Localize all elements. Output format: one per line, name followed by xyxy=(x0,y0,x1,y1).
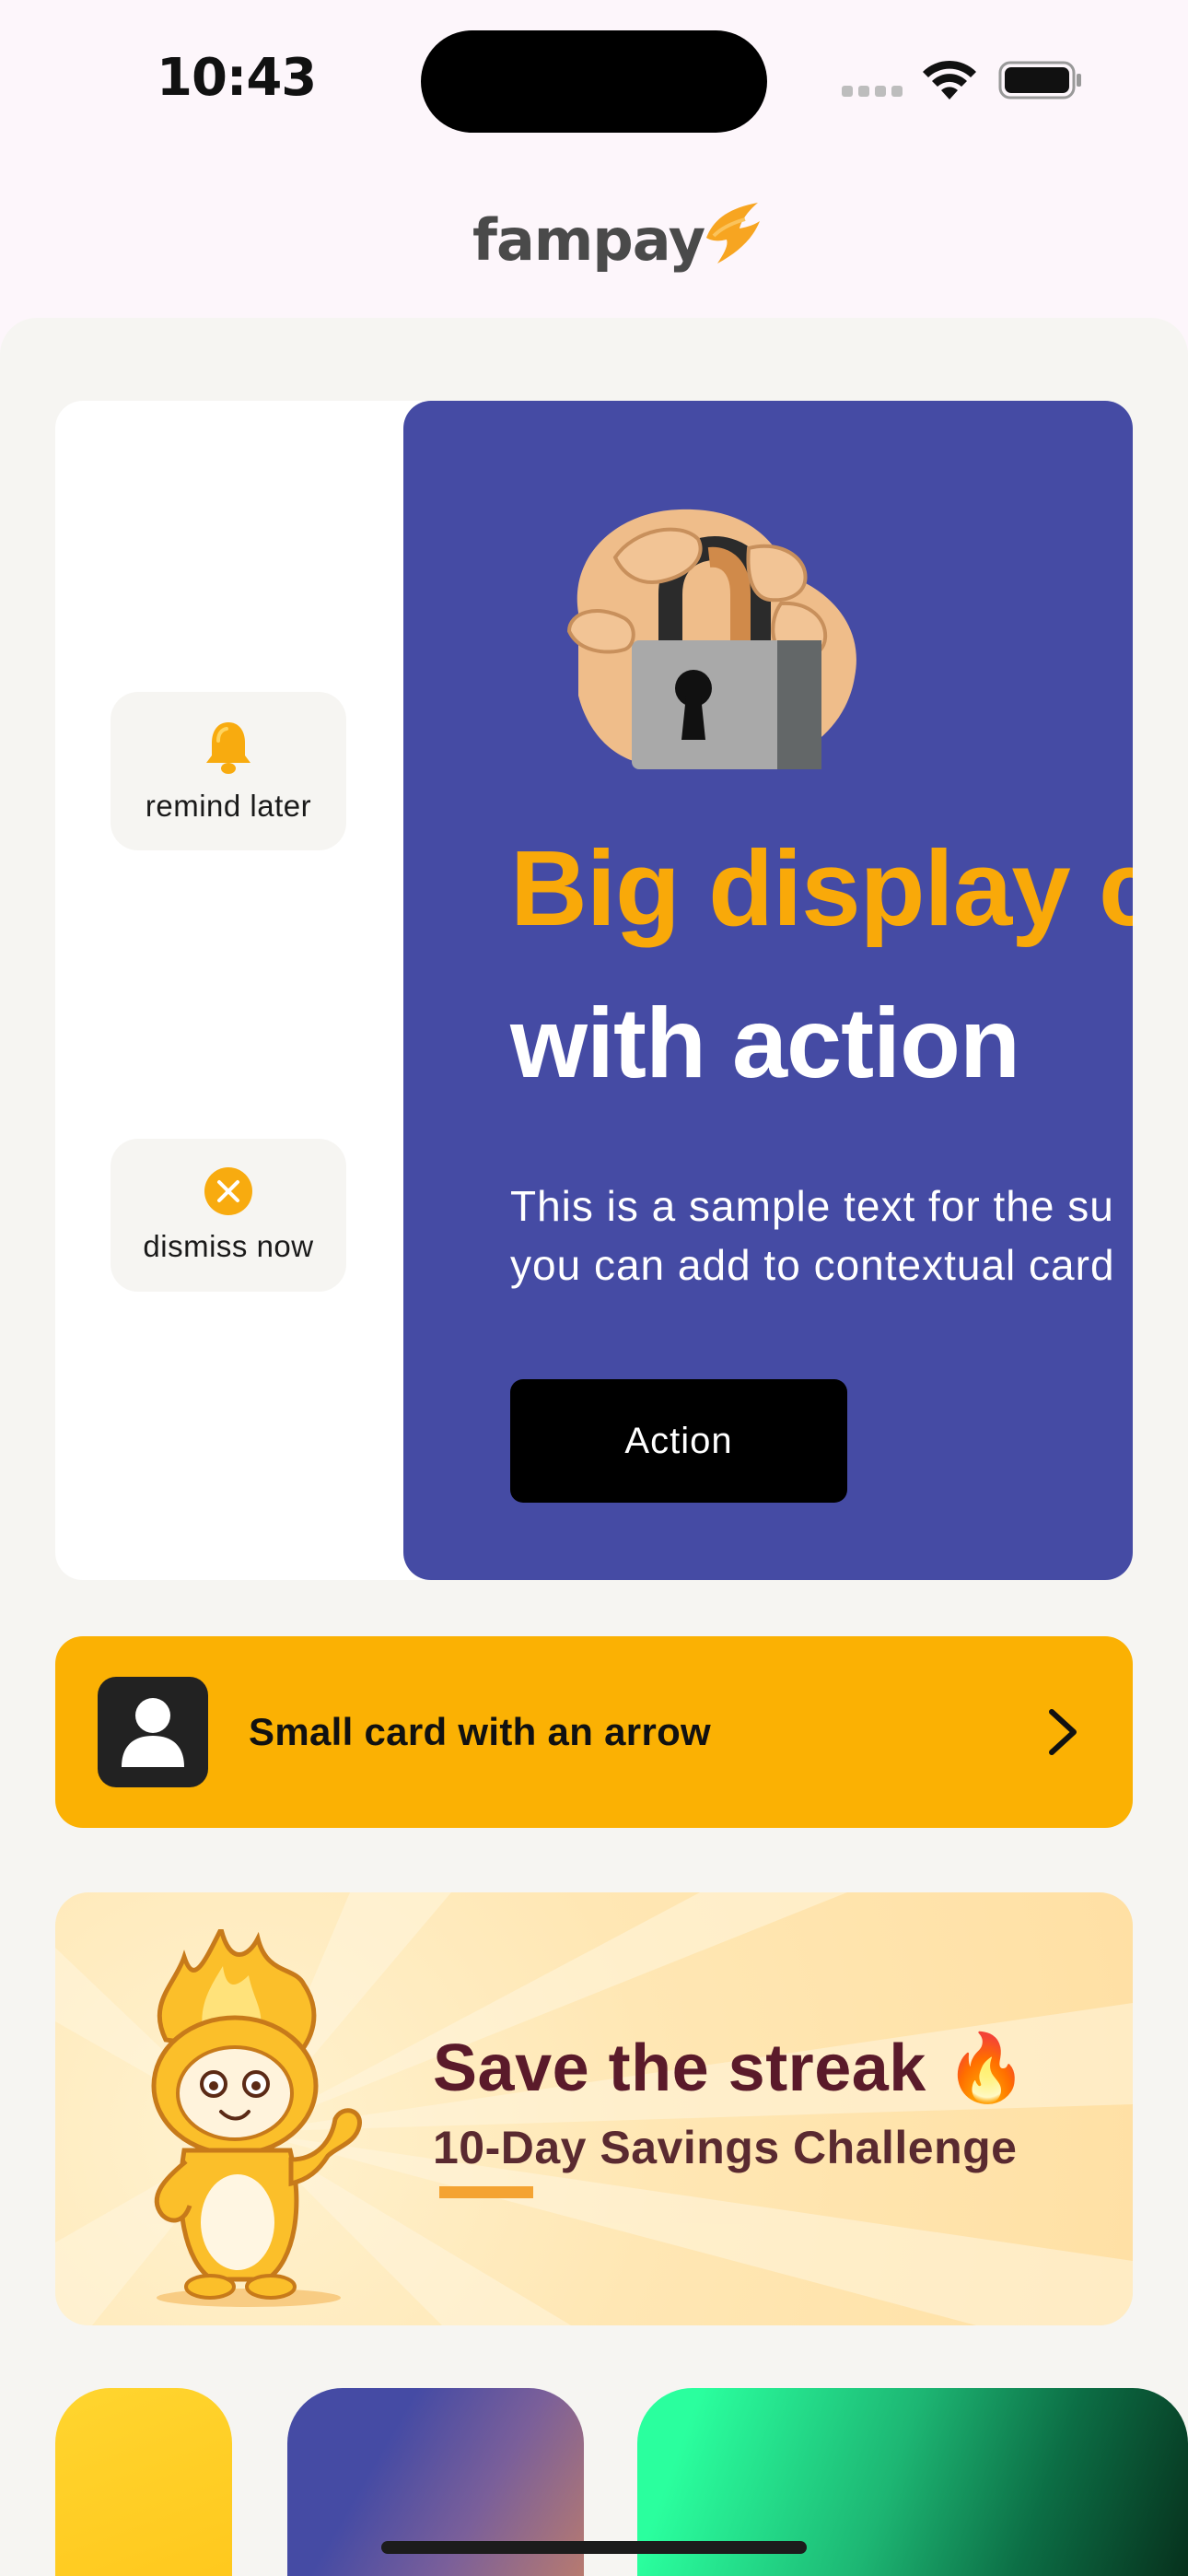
fire-emoji-icon: 🔥 xyxy=(945,2032,1029,2105)
card-description-line-2: you can add to contextual card xyxy=(510,1241,1115,1289)
chevron-right-icon xyxy=(1049,1709,1077,1755)
remind-later-label: remind later xyxy=(145,789,312,823)
streak-headline-text: Save the streak xyxy=(433,2032,926,2105)
locked-padlock-hand-illustration xyxy=(566,509,856,769)
remind-later-button[interactable]: remind later xyxy=(111,692,346,850)
bird-logo-icon xyxy=(706,203,761,263)
card-title: with action xyxy=(510,987,1020,1098)
battery-icon xyxy=(998,61,1081,100)
small-card-with-arrow[interactable]: Small card with an arrow xyxy=(55,1636,1133,1828)
logo-text: fampay xyxy=(472,205,705,274)
card-title-highlight: Big display c xyxy=(510,828,1133,948)
home-indicator[interactable] xyxy=(381,2541,807,2554)
user-icon xyxy=(98,1677,208,1787)
card-description: This is a sample text for the su you can… xyxy=(510,1177,1133,1294)
dismiss-icon xyxy=(204,1167,252,1215)
card-description-line-1: This is a sample text for the su xyxy=(510,1182,1114,1230)
small-card-title: Small card with an arrow xyxy=(249,1710,712,1753)
dynamic-island xyxy=(421,30,767,133)
dismiss-now-label: dismiss now xyxy=(143,1229,314,1263)
bell-icon xyxy=(206,722,250,774)
flame-mascot-illustration xyxy=(151,1929,362,2307)
big-display-card[interactable]: Big display c with action This is a samp… xyxy=(403,401,1133,1580)
subtitle-underline xyxy=(439,2186,533,2198)
carousel-card-yellow[interactable] xyxy=(55,2388,232,2576)
dismiss-now-button[interactable]: dismiss now xyxy=(111,1139,346,1292)
save-the-streak-banner[interactable]: Save the streak 🔥 10-Day Savings Challen… xyxy=(55,1892,1133,2325)
fampay-logo: fampay xyxy=(472,203,762,276)
status-time: 10:43 xyxy=(157,48,317,108)
streak-headline: Save the streak 🔥 xyxy=(433,2029,1029,2107)
streak-subtitle: 10-Day Savings Challenge xyxy=(433,2122,1018,2173)
big-display-card-container[interactable]: remind later dismiss now Big display c w… xyxy=(55,401,1133,1580)
wifi-icon xyxy=(923,60,976,100)
card-action-button[interactable]: Action xyxy=(510,1379,847,1503)
